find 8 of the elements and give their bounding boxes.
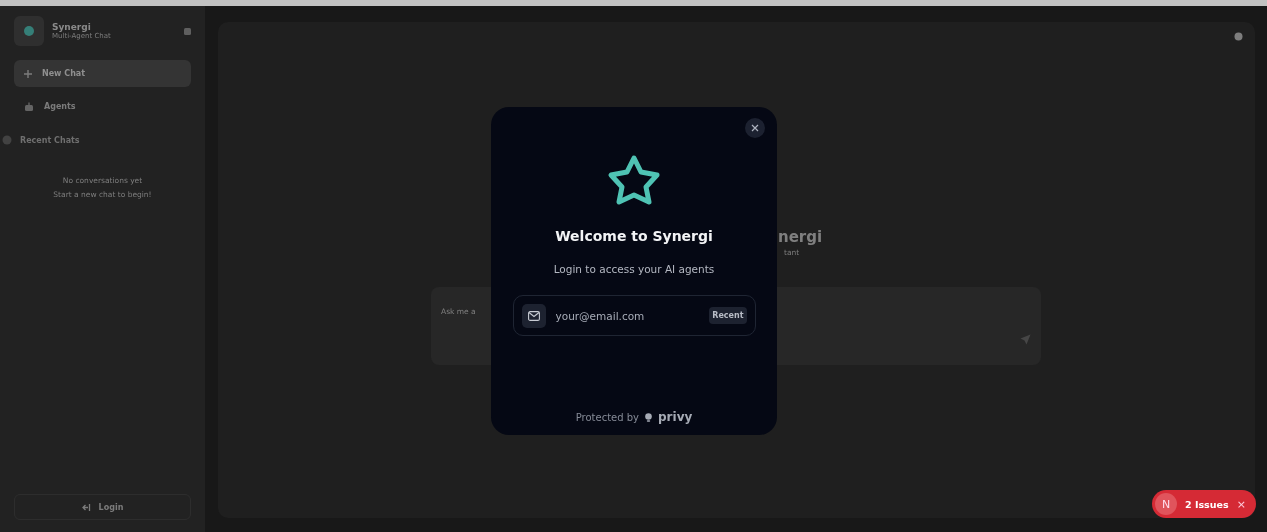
dialog-subtitle: Login to access your AI agents	[553, 263, 715, 275]
footer-text: Protected by	[575, 411, 639, 423]
avatar-initial: N	[1155, 493, 1177, 515]
section-label: Recent Chats	[20, 135, 80, 145]
welcome-heading: nergi	[778, 228, 823, 246]
privy-brand: privy	[658, 410, 693, 424]
dialog-title: Welcome to Synergi	[555, 228, 713, 244]
app-title: Synergi	[52, 22, 91, 32]
